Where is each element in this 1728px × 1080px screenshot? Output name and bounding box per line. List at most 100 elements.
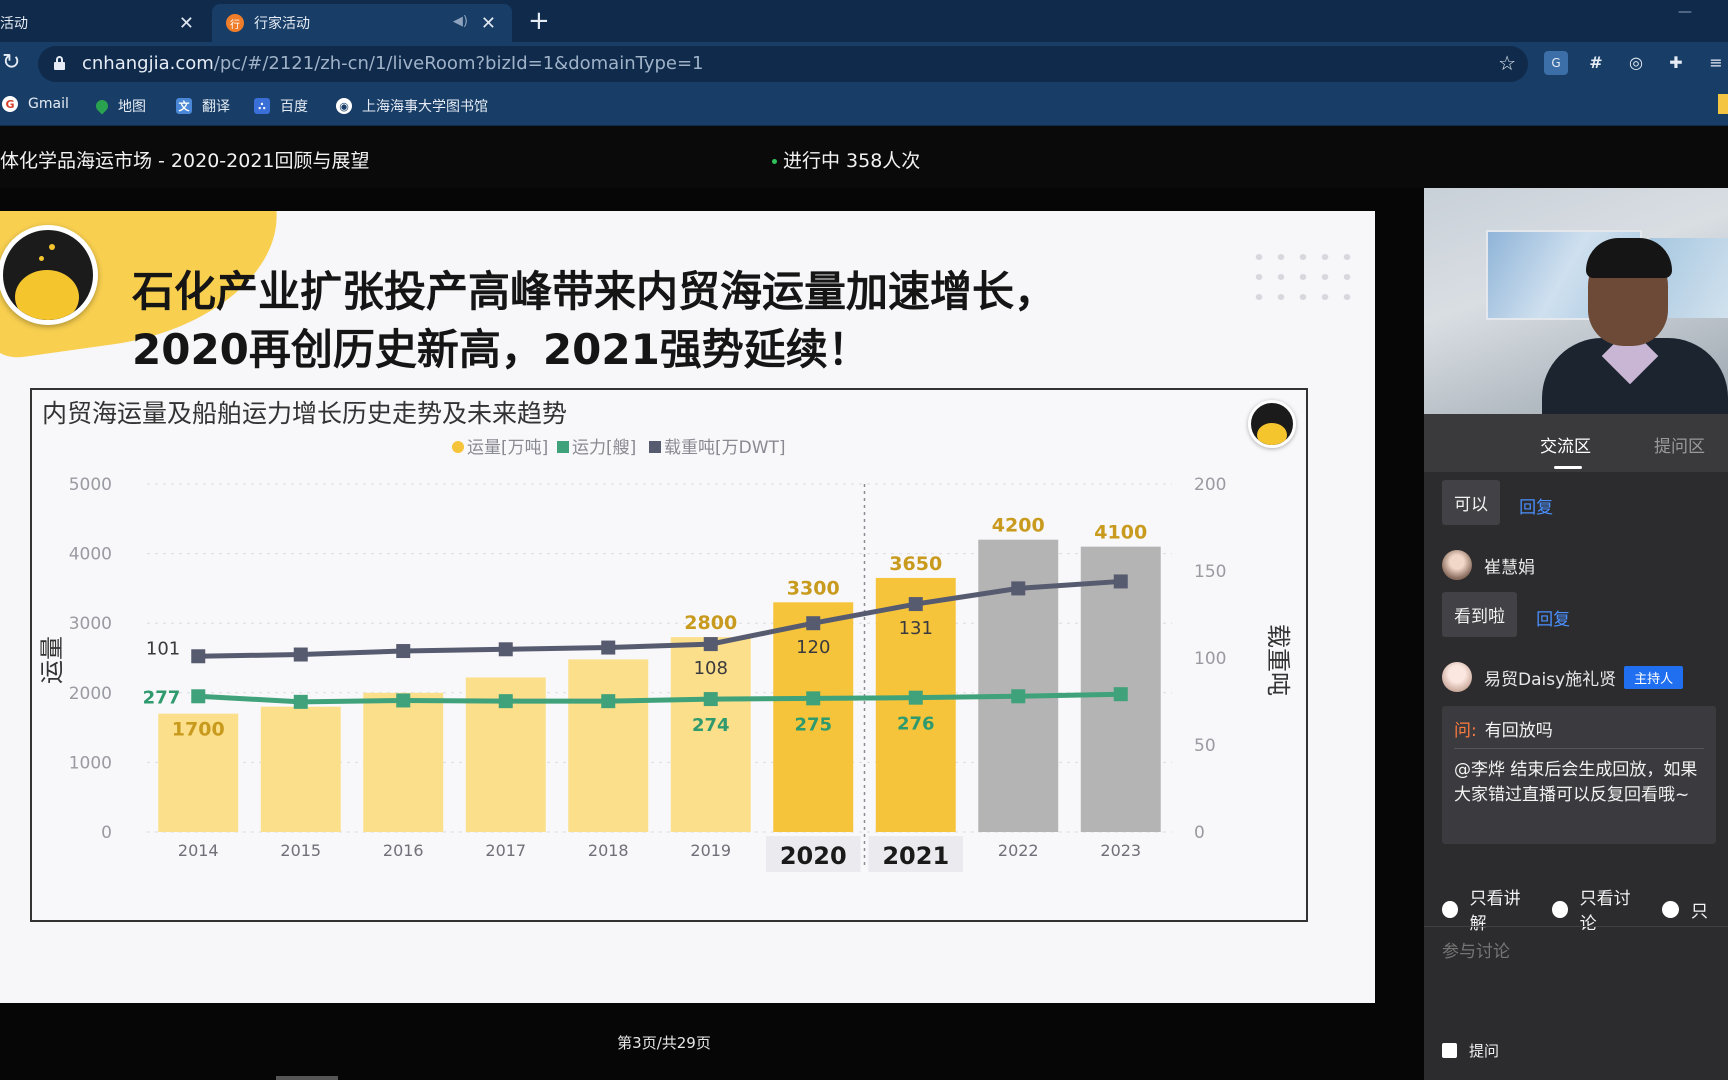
site-favicon-icon: 行 [226, 14, 244, 32]
hash-extension-icon[interactable]: # [1584, 51, 1608, 75]
series-point [601, 640, 616, 655]
new-tab-button[interactable]: + [528, 6, 550, 36]
qa-card: 问: 有回放吗 @李烨 结束后会生成回放，如果大家错过直播可以反复回看哦~ [1442, 706, 1716, 844]
discussion-input[interactable] [1442, 942, 1712, 962]
bookmark-baidu[interactable]: ∴ 百度 [254, 96, 308, 116]
bar-data-label: 3300 [787, 577, 840, 599]
x-tick-label: 2016 [383, 841, 424, 860]
panel-tabs: 交流区 提问区 [1424, 414, 1728, 472]
series-point [806, 616, 821, 631]
series-point [806, 691, 821, 706]
host-badge: 主持人 [1624, 665, 1684, 689]
legend-label: 载重吨[万DWT] [664, 438, 786, 458]
browser-tab-label: 活动 [0, 16, 28, 32]
live-status: 进行中 358人次 [772, 146, 920, 173]
bookmark-star-icon[interactable]: ☆ [1498, 51, 1516, 75]
series-point [1011, 581, 1026, 596]
line-data-label: 101 [146, 638, 180, 659]
translate-extension-icon[interactable]: G [1544, 51, 1568, 75]
reader-extension-icon[interactable]: ◎ [1624, 51, 1648, 75]
series-point [293, 694, 308, 709]
radio-icon [1662, 900, 1679, 918]
legend-label: 运量[万吨] [467, 438, 548, 458]
puzzle-extensions-icon[interactable]: ✚ [1664, 51, 1688, 75]
divider [1454, 748, 1704, 749]
x-tick-label: 2020 [780, 842, 847, 870]
tab-discussion[interactable]: 交流区 [1540, 432, 1591, 457]
divider [1424, 926, 1728, 927]
series-point [191, 689, 206, 704]
chat-message: 可以 回复 [1442, 480, 1553, 525]
series-point [1113, 574, 1128, 589]
line-data-label: 274 [692, 715, 730, 736]
address-bar: ↻ cnhangjia.com/pc/#/2121/zh-cn/1/liveRo… [0, 42, 1728, 86]
minimize-icon[interactable]: — [1678, 4, 1692, 20]
y-tick-label: 2000 [69, 684, 112, 704]
message-bubble: 可以 [1442, 480, 1500, 525]
bookmark-library[interactable]: ◉ 上海海事大学图书馆 [336, 96, 488, 116]
line-data-label: 276 [897, 714, 935, 735]
bar [363, 692, 444, 832]
series-point [703, 692, 718, 707]
radio-icon [1442, 900, 1458, 918]
x-tick-label: 2023 [1100, 841, 1141, 860]
slide-scrollbar[interactable] [276, 1076, 338, 1080]
filter-other[interactable]: 只 [1662, 897, 1708, 922]
user-name: 崔慧娟 [1484, 557, 1535, 578]
host-user: 易贸Daisy施礼贤 主持人 [1442, 662, 1684, 692]
question-line: 问: 有回放吗 [1454, 721, 1553, 741]
chat-message: 看到啦 回复 [1442, 592, 1570, 637]
browser-tab-active[interactable]: 行 行家活动 ◀) ✕ [212, 4, 512, 42]
bookmarks-bar: G Gmail 地图 文翻译 ∴ 百度 ◉ 上海海事大学图书馆 [0, 86, 1728, 126]
y2-axis-title: 载重吨 [1264, 624, 1292, 696]
x-tick-label: 2015 [280, 841, 321, 860]
browser-tab[interactable]: 活动 ✕ [0, 4, 210, 42]
bar-data-label: 3650 [889, 553, 942, 575]
reply-link[interactable]: 回复 [1519, 493, 1553, 518]
line-data-label: 131 [899, 618, 933, 639]
y-tick-label: 4000 [69, 545, 112, 565]
live-room-header: 体化学品海运市场 - 2020-2021回顾与展望 进行中 358人次 [0, 126, 1728, 188]
close-icon[interactable]: ✕ [179, 13, 194, 34]
reload-icon[interactable]: ↻ [2, 50, 20, 75]
speaker-icon[interactable]: ◀) [453, 14, 468, 29]
series-point [396, 644, 411, 659]
page-title: 体化学品海运市场 - 2020-2021回顾与展望 [0, 150, 370, 172]
legend-label: 运力[艘] [572, 438, 636, 458]
y2-tick-label: 150 [1194, 562, 1226, 582]
company-logo-icon [0, 225, 98, 325]
checkbox-icon [1442, 1043, 1457, 1058]
avatar [1442, 662, 1472, 692]
decorative-dot-grid [1248, 247, 1358, 307]
translate-icon: 文 [176, 98, 192, 114]
tab-questions[interactable]: 提问区 [1654, 432, 1705, 457]
x-tick-label: 2017 [485, 841, 526, 860]
series-point [1113, 687, 1128, 702]
legend-swatch [452, 441, 464, 453]
avatar [1442, 550, 1472, 580]
combo-chart: 0 1000 2000 3000 4000 5000 0 50 100 150 200 1700 280… [38, 438, 1292, 872]
answer-text: @李烨 结束后会生成回放，如果大家错过直播可以反复回看哦~ [1454, 760, 1698, 805]
live-dot-icon [772, 159, 777, 164]
close-icon[interactable]: ✕ [481, 13, 496, 34]
presentation-slide: 石化产业扩张投产高峰带来内贸海运量加速增长， 2020再创历史新高，2021强势… [0, 211, 1375, 1003]
y2-tick-label: 200 [1194, 475, 1226, 495]
series-point [498, 694, 513, 709]
media-queue-icon[interactable]: ≡ [1704, 51, 1728, 75]
series-point [908, 690, 923, 705]
bookmark-translate[interactable]: 文翻译 [176, 96, 230, 116]
series-point [908, 597, 923, 612]
bookmark-folder-icon[interactable] [1718, 94, 1728, 114]
host-name: 易贸Daisy施礼贤 [1484, 669, 1617, 690]
x-tick-label: 2021 [882, 842, 949, 870]
reply-link[interactable]: 回复 [1536, 605, 1570, 630]
bookmark-gmail[interactable]: G Gmail [2, 96, 69, 112]
bookmark-maps[interactable]: 地图 [93, 96, 146, 116]
browser-tab-label: 行家活动 [254, 16, 310, 32]
line-data-label: 277 [143, 687, 181, 708]
ask-question-toggle[interactable]: 提问 [1442, 1040, 1499, 1061]
speaker-hair [1586, 238, 1672, 278]
series-point [293, 647, 308, 662]
slide-page-indicator: 第3页/共29页 [617, 1034, 711, 1052]
url-field[interactable]: cnhangjia.com/pc/#/2121/zh-cn/1/liveRoom… [38, 46, 1528, 82]
